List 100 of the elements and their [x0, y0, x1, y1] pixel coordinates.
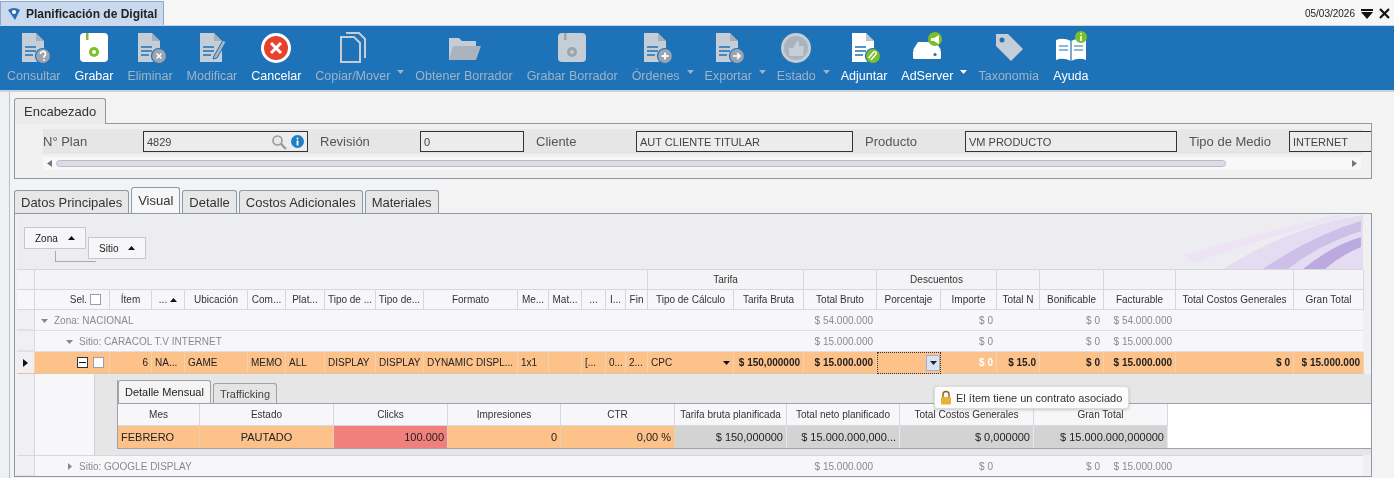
- table-cell: DYNAMIC DISPL...: [424, 352, 518, 374]
- column-header[interactable]: ...: [152, 290, 185, 310]
- checkbox[interactable]: [90, 294, 101, 305]
- toolbar-button[interactable]: Cancelar: [244, 26, 309, 83]
- column-header[interactable]: Tipo de Cálculo: [648, 290, 734, 310]
- column-header[interactable]: Bonificable: [1040, 290, 1104, 310]
- table-cell: 0...: [606, 352, 626, 374]
- input-field[interactable]: AUT CLIENTE TITULAR: [636, 131, 853, 152]
- tab[interactable]: Visual: [131, 187, 181, 213]
- column-header[interactable]: Porcentaje: [877, 290, 941, 310]
- input-field[interactable]: 4829: [143, 131, 308, 152]
- column-header[interactable]: CTR: [561, 404, 675, 426]
- column-header[interactable]: Mat...: [549, 290, 582, 310]
- column-header[interactable]: Tarifa Bruta: [734, 290, 804, 310]
- group-by-button[interactable]: Sitio: [88, 237, 147, 259]
- checkbox[interactable]: [93, 357, 104, 368]
- table-cell: FEBRERO: [118, 426, 200, 448]
- scroll-left-icon[interactable]: [47, 160, 52, 167]
- expand-arrow-icon[interactable]: [66, 462, 73, 470]
- tab[interactable]: Datos Principales: [14, 190, 130, 213]
- column-header[interactable]: Com...: [248, 290, 286, 310]
- close-icon[interactable]: [1379, 8, 1390, 19]
- dropdown-cell[interactable]: CPC: [648, 352, 734, 374]
- column-header[interactable]: Me...: [518, 290, 549, 310]
- date-text: 05/03/2026: [1304, 8, 1355, 19]
- scroll-right-icon[interactable]: [1352, 160, 1357, 167]
- column-header[interactable]: ...: [582, 290, 606, 310]
- column-header[interactable]: Gran Total: [1294, 290, 1364, 310]
- column-header[interactable]: Total N: [997, 290, 1040, 310]
- table-cell: 6: [110, 352, 152, 374]
- collapse-button[interactable]: [77, 357, 88, 368]
- column-header[interactable]: Ubicación: [185, 290, 248, 310]
- info-icon[interactable]: [291, 135, 304, 148]
- tab[interactable]: Costos Adicionales: [238, 190, 363, 213]
- tab[interactable]: Detalle: [182, 190, 237, 213]
- column-header[interactable]: Tipo de ...: [325, 290, 376, 310]
- tooltip-text: El ítem tiene un contrato asociado: [956, 391, 1123, 404]
- column-header[interactable]: Total neto planificado: [787, 404, 900, 426]
- table-cell: $ 0: [1040, 352, 1104, 374]
- app-logo-icon: [7, 6, 21, 21]
- table-cell: $ 0: [1176, 352, 1294, 374]
- group-total: $ 15.000.000: [813, 459, 874, 474]
- window-tab[interactable]: Planificación de Digital: [0, 1, 165, 25]
- group-total: $ 0: [1085, 334, 1101, 349]
- caret-icon[interactable]: [723, 360, 730, 365]
- search-icon[interactable]: [271, 133, 287, 150]
- field-label: Cliente: [536, 134, 578, 149]
- input-field[interactable]: VM PRODUCTO: [965, 131, 1177, 152]
- column-header[interactable]: Sel.: [35, 290, 110, 310]
- table-cell: $ 15.000.000,000...: [787, 426, 900, 448]
- table-cell: $ 15.0: [997, 352, 1040, 374]
- table-cell: 0: [448, 426, 561, 448]
- column-header[interactable]: Clicks: [334, 404, 448, 426]
- dropdown-icon[interactable]: [1361, 8, 1373, 19]
- group-by-button[interactable]: Zona: [24, 227, 86, 249]
- column-header[interactable]: Plat...: [286, 290, 325, 310]
- column-header[interactable]: Importe: [941, 290, 997, 310]
- group-label: Zona: NACIONAL: [54, 314, 134, 326]
- column-header[interactable]: Estado: [200, 404, 334, 426]
- column-header[interactable]: I...: [606, 290, 626, 310]
- column-header[interactable]: Tarifa bruta planificada: [675, 404, 787, 426]
- tab[interactable]: Trafficking: [212, 383, 277, 403]
- table-cell: DISPLAY: [325, 352, 376, 374]
- collapse-arrow-icon[interactable]: [66, 337, 73, 345]
- column-header[interactable]: Facturable: [1104, 290, 1176, 310]
- table-cell: $ 150,000000: [675, 426, 787, 448]
- table-cell: $ 0: [941, 352, 997, 374]
- toolbar-button[interactable]: AdServer: [894, 26, 961, 83]
- toolbar-button[interactable]: Ayuda: [1045, 26, 1096, 83]
- column-header[interactable]: Fin: [626, 290, 648, 310]
- table-cell: $ 0,000000: [900, 426, 1034, 448]
- horizontal-scrollbar[interactable]: [43, 157, 1361, 170]
- group-total: $ 15.000.000: [1112, 459, 1173, 474]
- group-total: $ 54.000.000: [1112, 313, 1173, 328]
- dropdown-field[interactable]: [877, 352, 941, 374]
- column-header[interactable]: Formato: [424, 290, 518, 310]
- column-header[interactable]: Total Costos Generales: [1176, 290, 1294, 310]
- toolbar-button[interactable]: Adjuntar: [833, 26, 895, 83]
- column-header[interactable]: Impresiones: [448, 404, 561, 426]
- input-field[interactable]: INTERNET: [1289, 131, 1371, 152]
- column-header[interactable]: Total Bruto: [804, 290, 877, 310]
- table-cell: NA...: [152, 352, 185, 374]
- column-header[interactable]: Tipo de...: [376, 290, 424, 310]
- table-cell: 0,00 %: [561, 426, 675, 448]
- group-total: $ 0: [1085, 459, 1101, 474]
- tab[interactable]: Materiales: [364, 190, 439, 213]
- input-field[interactable]: 0: [420, 131, 524, 152]
- dropdown-button[interactable]: [926, 355, 940, 371]
- tab[interactable]: Detalle Mensual: [118, 380, 211, 403]
- toolbar-button[interactable]: Grabar: [67, 26, 121, 83]
- group-total: $ 0: [978, 313, 994, 328]
- column-header[interactable]: Mes: [118, 404, 200, 426]
- window-title: Planificación de Digital: [26, 6, 158, 21]
- column-group-header: Descuentos: [877, 270, 997, 290]
- field-label: Producto: [865, 134, 919, 149]
- collapse-arrow-icon[interactable]: [41, 316, 48, 324]
- section-tab[interactable]: Encabezado: [14, 98, 107, 124]
- group-label: Sitio: CARACOL T.V INTERNET: [79, 335, 222, 347]
- column-header[interactable]: Ítem: [110, 290, 152, 310]
- column-group-header: Tarifa: [648, 270, 804, 290]
